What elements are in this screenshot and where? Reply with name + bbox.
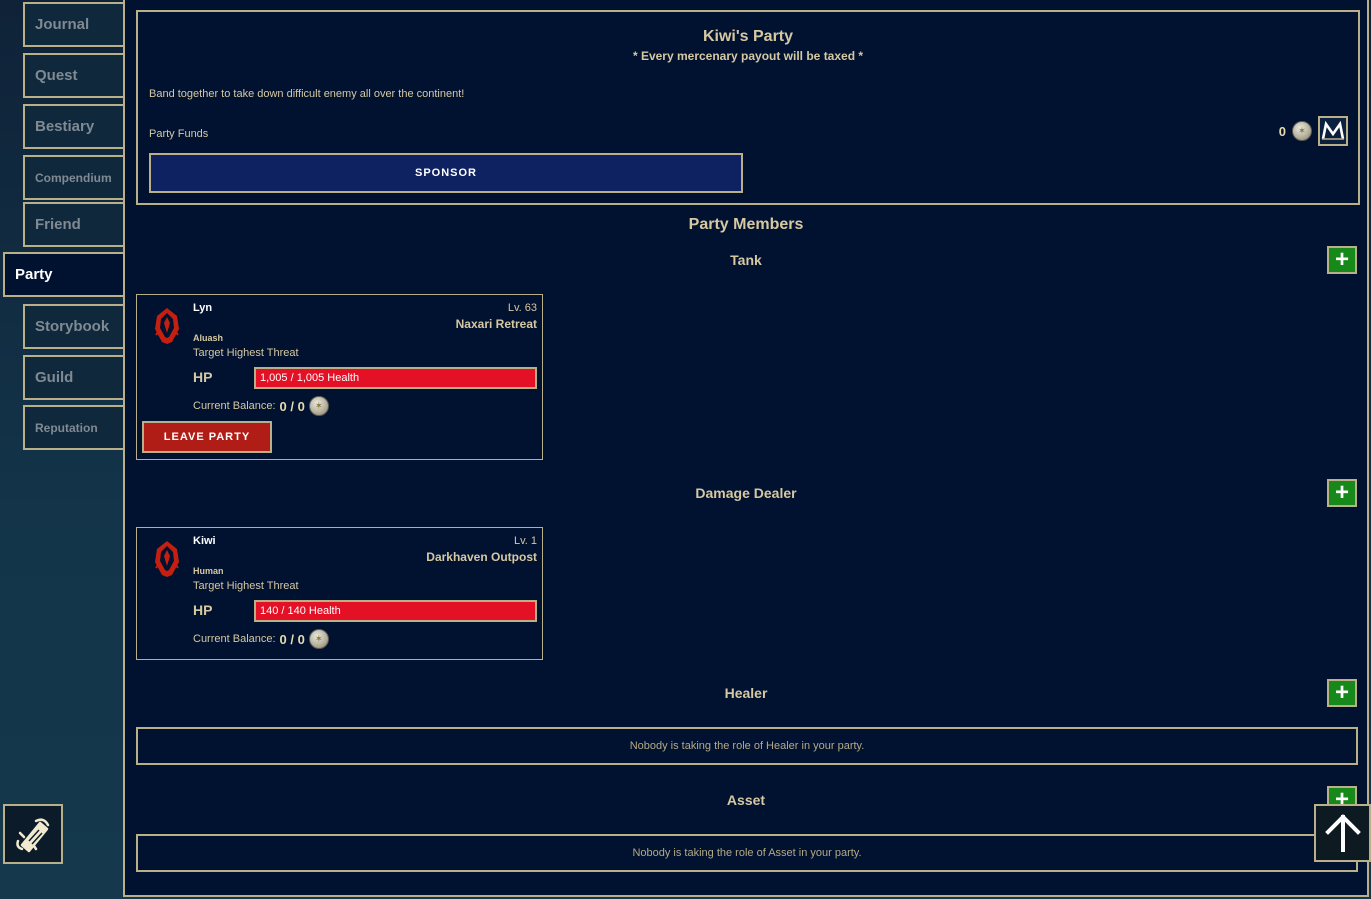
member-location: Darkhaven Outpost bbox=[426, 550, 537, 564]
plus-icon: + bbox=[1334, 479, 1349, 506]
member-location: Naxari Retreat bbox=[455, 317, 537, 331]
member-target: Target Highest Threat bbox=[193, 347, 299, 359]
tab-storybook[interactable]: Storybook bbox=[23, 304, 125, 349]
member-race: Human bbox=[193, 566, 224, 576]
tab-reputation[interactable]: Reputation bbox=[23, 405, 125, 450]
party-panel: Kiwi's Party * Every mercenary payout wi… bbox=[123, 0, 1369, 897]
role-title-tank: Tank bbox=[730, 252, 762, 268]
role-title-damage-dealer: Damage Dealer bbox=[695, 485, 797, 501]
member-balance-value: 0 / 0 bbox=[279, 631, 305, 647]
tab-friend[interactable]: Friend bbox=[23, 202, 125, 247]
member-level: Lv. 1 bbox=[513, 535, 537, 547]
member-hp-bar: 1,005 / 1,005 Health bbox=[254, 367, 537, 389]
healer-empty-message: Nobody is taking the role of Healer in y… bbox=[136, 727, 1358, 765]
party-title: Kiwi's Party bbox=[702, 28, 794, 45]
scroll-icon bbox=[16, 818, 50, 853]
add-tank-button[interactable]: + bbox=[1327, 246, 1357, 274]
arrow-up-icon bbox=[1324, 814, 1361, 852]
scroll-button[interactable] bbox=[3, 804, 63, 864]
party-members-title: Party Members bbox=[688, 216, 804, 233]
sidebar: Journal Quest Bestiary Compendium Friend… bbox=[0, 0, 126, 899]
member-card-kiwi: Kiwi Lv. 1 Darkhaven Outpost Human Targe… bbox=[136, 527, 543, 660]
role-title-healer: Healer bbox=[724, 685, 768, 701]
coin-icon: ✶ bbox=[308, 629, 329, 649]
member-hp-bar: 140 / 140 Health bbox=[254, 600, 537, 622]
party-subtitle: * Every mercenary payout will be taxed * bbox=[632, 49, 864, 63]
member-balance-label: Current Balance: bbox=[193, 400, 276, 412]
party-info-box: Kiwi's Party * Every mercenary payout wi… bbox=[136, 10, 1360, 205]
coin-icon: ✶ bbox=[308, 396, 329, 416]
faction-icon bbox=[155, 541, 179, 577]
coin-icon: ✶ bbox=[1292, 121, 1312, 141]
member-name: Kiwi bbox=[193, 535, 216, 547]
member-card-lyn: Lyn Lv. 63 Naxari Retreat Aluash Target … bbox=[136, 294, 543, 460]
member-balance: Current Balance: 0 / 0 ✶ bbox=[193, 629, 329, 649]
faction-icon bbox=[155, 308, 179, 344]
market-icon bbox=[1321, 121, 1345, 140]
party-funds-value: 0 bbox=[1278, 123, 1286, 139]
tab-guild[interactable]: Guild bbox=[23, 355, 125, 400]
party-funds: 0 ✶ bbox=[1279, 116, 1348, 146]
member-target: Target Highest Threat bbox=[193, 580, 299, 592]
asset-empty-message: Nobody is taking the role of Asset in yo… bbox=[136, 834, 1358, 872]
tab-quest[interactable]: Quest bbox=[23, 53, 125, 98]
sponsor-button[interactable]: SPONSOR bbox=[149, 153, 743, 193]
plus-icon: + bbox=[1334, 679, 1349, 706]
member-hp-label: HP bbox=[193, 369, 213, 385]
member-race: Aluash bbox=[193, 333, 224, 343]
party-funds-label: Party Funds bbox=[149, 128, 209, 140]
tab-party[interactable]: Party bbox=[3, 252, 126, 297]
member-balance: Current Balance: 0 / 0 ✶ bbox=[193, 396, 329, 416]
member-hp-label: HP bbox=[193, 602, 213, 618]
add-damage-dealer-button[interactable]: + bbox=[1327, 479, 1357, 507]
member-name: Lyn bbox=[193, 302, 213, 314]
plus-icon: + bbox=[1334, 246, 1349, 273]
tab-compendium[interactable]: Compendium bbox=[23, 155, 125, 200]
member-level: Lv. 63 bbox=[507, 302, 537, 314]
member-balance-value: 0 / 0 bbox=[279, 398, 305, 414]
tab-bestiary[interactable]: Bestiary bbox=[23, 104, 125, 149]
leave-party-button[interactable]: LEAVE PARTY bbox=[142, 421, 272, 453]
scroll-to-top-button[interactable] bbox=[1314, 804, 1371, 862]
add-healer-button[interactable]: + bbox=[1327, 679, 1357, 707]
member-balance-label: Current Balance: bbox=[193, 633, 276, 645]
tab-journal[interactable]: Journal bbox=[23, 2, 125, 47]
role-title-asset: Asset bbox=[726, 792, 766, 808]
party-description: Band together to take down difficult ene… bbox=[149, 88, 465, 100]
market-button[interactable] bbox=[1318, 116, 1348, 146]
